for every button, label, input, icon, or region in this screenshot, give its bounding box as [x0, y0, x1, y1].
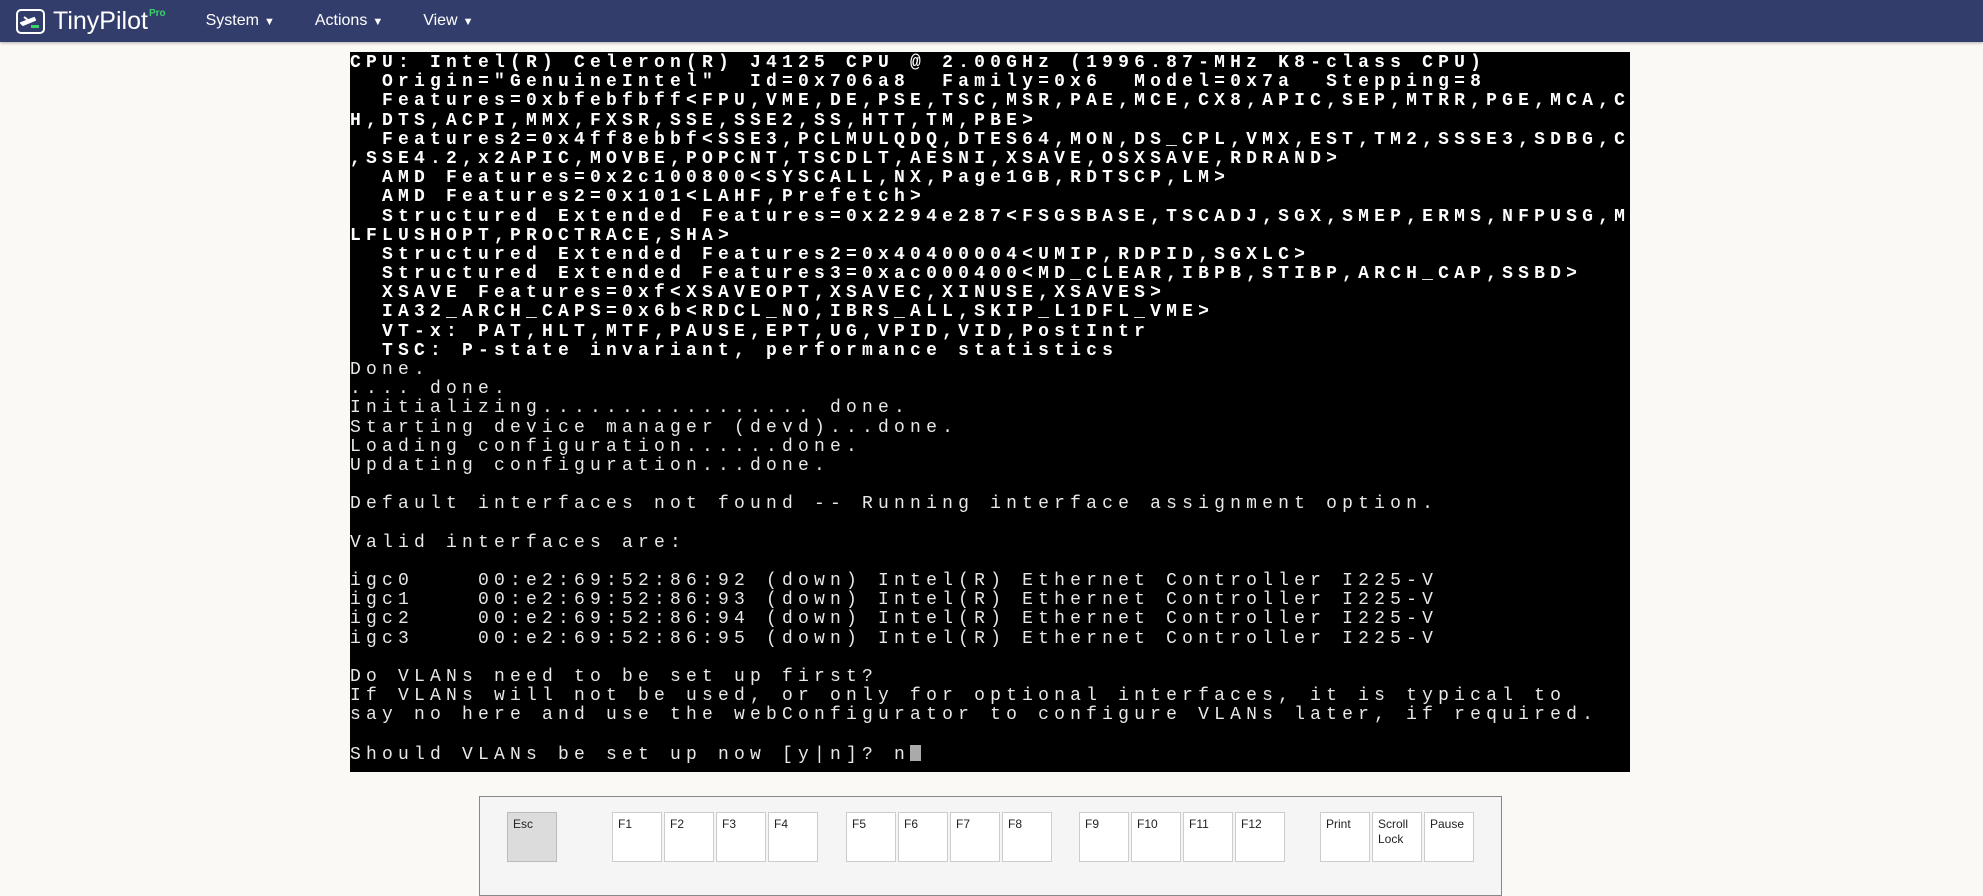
top-nav: TinyPilot Pro System ▼ Actions ▼ View ▼ [0, 0, 1983, 42]
key-pause[interactable]: Pause [1424, 812, 1474, 862]
terminal-line: igc3 00:e2:69:52:86:95 (down) Intel(R) E… [350, 628, 1439, 649]
key-scroll-lock[interactable]: Scroll Lock [1372, 812, 1422, 862]
terminal-line: ,SSE4.2,x2APIC,MOVBE,POPCNT,TSCDLT,AESNI… [350, 148, 1343, 169]
remote-screen[interactable]: CPU: Intel(R) Celeron(R) J4125 CPU @ 2.0… [350, 52, 1630, 772]
key-f7[interactable]: F7 [950, 812, 1000, 862]
key-f12[interactable]: F12 [1235, 812, 1285, 862]
terminal-line: Loading configuration......done. [350, 436, 863, 457]
terminal-line: CPU: Intel(R) Celeron(R) J4125 CPU @ 2.0… [350, 53, 1487, 73]
plane-icon [16, 8, 45, 34]
terminal-line: Initializing................. done. [350, 398, 911, 419]
key-f3[interactable]: F3 [716, 812, 766, 862]
key-f10[interactable]: F10 [1131, 812, 1181, 862]
menu-actions[interactable]: Actions ▼ [315, 12, 383, 30]
key-esc[interactable]: Esc [507, 812, 557, 862]
menu-view[interactable]: View ▼ [423, 12, 473, 30]
terminal-line: VT-x: PAT,HLT,MTF,PAUSE,EPT,UG,VPID,VID,… [350, 321, 1151, 342]
terminal-line: Done. [350, 360, 431, 380]
key-f9[interactable]: F9 [1079, 812, 1129, 862]
key-f11[interactable]: F11 [1183, 812, 1233, 862]
brand-name: TinyPilot [53, 6, 148, 35]
terminal-line: XSAVE Features=0xf<XSAVEOPT,XSAVEC,XINUS… [350, 283, 1167, 304]
menu-system[interactable]: System ▼ [206, 12, 275, 30]
terminal-line: AMD Features=0x2c100800<SYSCALL,NX,Page1… [350, 168, 1231, 189]
terminal-line: igc1 00:e2:69:52:86:93 (down) Intel(R) E… [350, 590, 1439, 611]
terminal-line: .... done. [350, 379, 511, 400]
terminal-prompt-line: Should VLANs be set up now [y|n]? n [350, 744, 1630, 765]
on-screen-keyboard: Esc F1 F2 F3 F4 F5 F6 F7 F8 F9 F10 F11 F12 Print Scrol… [479, 796, 1502, 896]
terminal-prompt: Should VLANs be set up now [y|n]? n [350, 744, 911, 765]
terminal-line: Origin="GenuineIntel" Id=0x706a8 Family=… [350, 72, 1487, 93]
menu-label: System [205, 12, 259, 29]
key-f5[interactable]: F5 [846, 812, 896, 862]
terminal-line: AMD Features2=0x101<LAHF,Prefetch> [350, 187, 927, 208]
key-f6[interactable]: F6 [898, 812, 948, 862]
terminal-line: Structured Extended Features3=0xac000400… [350, 264, 1583, 285]
menu-label: View [423, 12, 458, 29]
terminal-line: igc2 00:e2:69:52:86:94 (down) Intel(R) E… [350, 609, 1439, 630]
terminal-line: Updating configuration...done. [350, 455, 831, 476]
pro-badge: Pro [148, 7, 166, 19]
cursor [910, 744, 922, 761]
terminal-line: If VLANs will not be used, or only for o… [350, 686, 1567, 707]
terminal-line: Default interfaces not found -- Running … [350, 494, 1439, 515]
caret-down-icon: ▼ [372, 16, 384, 28]
terminal-line: Features2=0x4ff8ebbf<SSE3,PCLMULQDQ,DTES… [382, 129, 1630, 150]
terminal-line: H,DTS,ACPI,MMX,FXSR,SSE,SSE2,SS,HTT,TM,P… [350, 110, 1039, 131]
tinypilot-logo[interactable]: TinyPilot Pro [16, 7, 166, 36]
terminal-line: LFLUSHOPT,PROCTRACE,SHA> [350, 225, 735, 246]
terminal-line: Structured Extended Features=0x2294e287<… [382, 206, 1630, 227]
terminal-line: Do VLANs need to be set up first? [350, 667, 879, 687]
terminal-line: IA32_ARCH_CAPS=0x6b<RDCL_NO,IBRS_ALL,SKI… [350, 302, 1215, 323]
key-f4[interactable]: F4 [768, 812, 818, 862]
terminal-line: say no here and use the webConfigurator … [350, 705, 1599, 726]
menu-label: Actions [314, 12, 368, 29]
terminal-line: Structured Extended Features2=0x40400004… [350, 244, 1311, 265]
terminal-line: Starting device manager (devd)...done. [350, 417, 959, 438]
caret-down-icon: ▼ [462, 16, 474, 28]
key-f2[interactable]: F2 [664, 812, 714, 862]
terminal-line: TSC: P-state invariant, performance stat… [350, 340, 1119, 361]
key-print[interactable]: Print [1320, 812, 1370, 862]
terminal-line: Valid interfaces are: [350, 532, 687, 553]
key-f1[interactable]: F1 [612, 812, 662, 862]
terminal-line: igc0 00:e2:69:52:86:92 (down) Intel(R) E… [350, 571, 1439, 592]
caret-down-icon: ▼ [263, 16, 275, 28]
key-f8[interactable]: F8 [1002, 812, 1052, 862]
terminal-line: Features=0xbfebfbff<FPU,VME,DE,PSE,TSC,M… [382, 91, 1630, 112]
